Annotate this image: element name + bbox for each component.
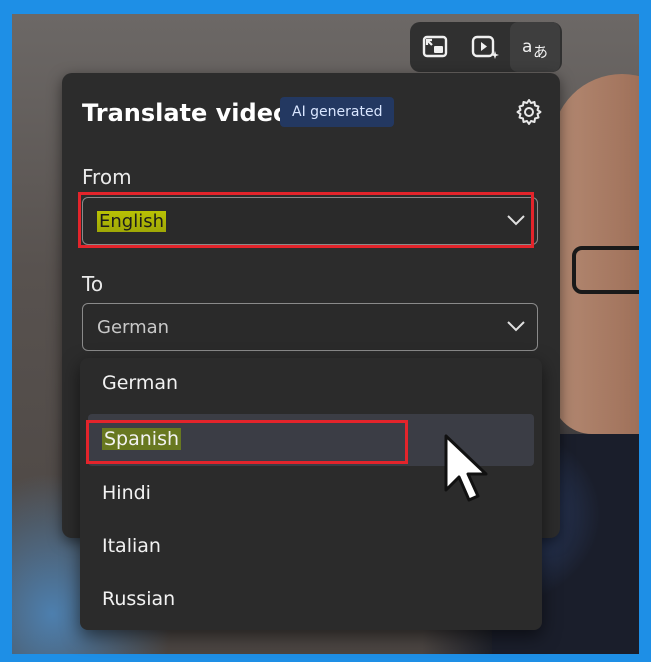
gear-icon [516,99,542,125]
ai-generated-badge: AI generated [280,97,395,127]
video-sparkle-icon [471,35,499,59]
mouse-cursor-icon [444,434,488,502]
presenter-glasses [572,246,639,294]
svg-text:a: a [522,37,532,57]
dropdown-option-italian[interactable]: Italian [80,521,542,573]
video-toolbar: a あ [410,22,562,72]
chevron-down-icon [507,321,525,332]
settings-button[interactable] [514,97,544,127]
picture-in-picture-icon [422,35,448,58]
panel-title: Translate video [82,99,290,127]
translate-button[interactable]: a あ [510,22,560,72]
to-language-value: German [97,317,170,338]
annotation-box-from [78,192,534,248]
dropdown-option-russian[interactable]: Russian [80,574,542,626]
video-effects-button[interactable] [460,22,510,72]
screenshot-frame: a あ Translate video AI generated From En… [0,0,651,662]
dropdown-option-german[interactable]: German [80,358,542,410]
picture-in-picture-button[interactable] [410,22,460,72]
translate-icon: a あ [522,37,548,61]
annotation-box-spanish [86,420,408,464]
to-language-select[interactable]: German [82,303,538,351]
svg-text:あ: あ [533,43,548,61]
to-label: To [82,272,104,296]
from-label: From [82,165,132,189]
